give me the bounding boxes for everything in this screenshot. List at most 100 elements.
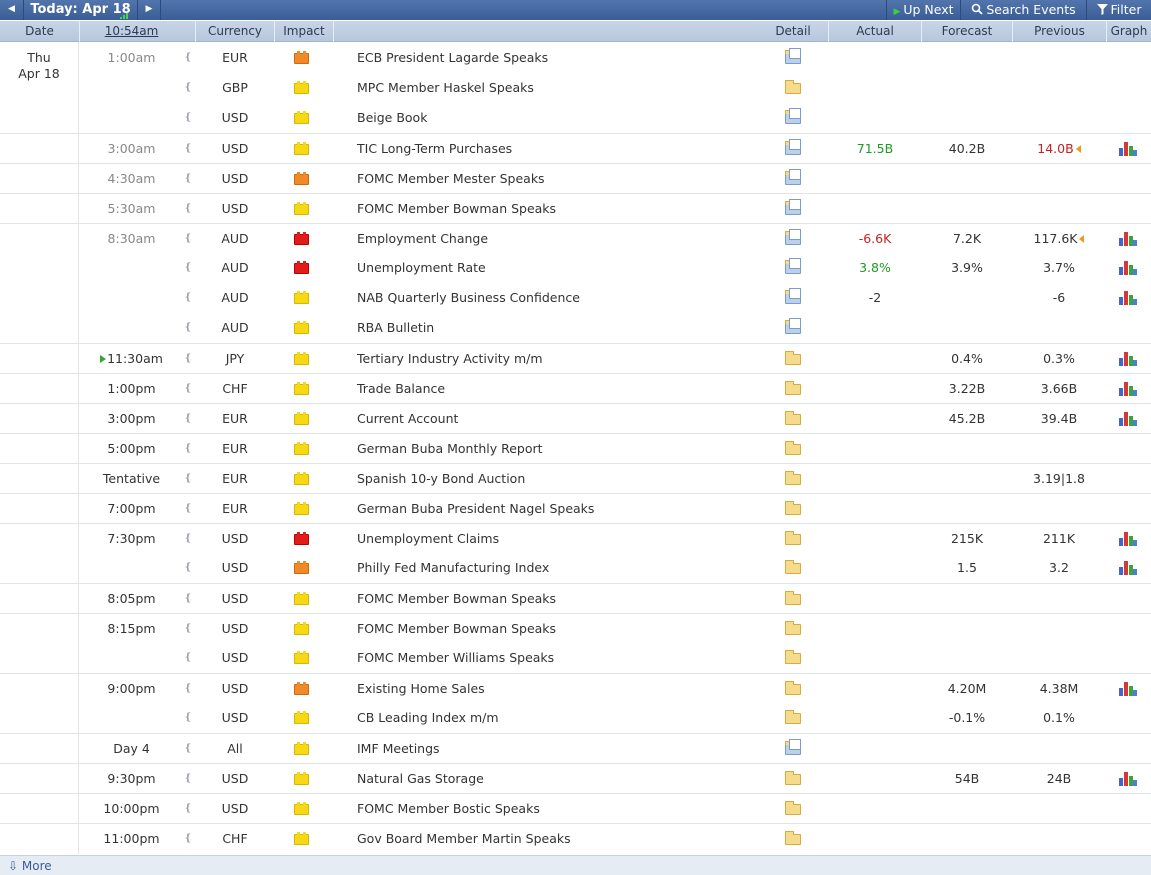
event-title[interactable]: Spanish 10-y Bond Auction [357,464,757,494]
impact-red-icon[interactable] [294,532,309,545]
sound-icon[interactable]: ❴ [181,283,195,313]
impact-yellow-icon[interactable] [294,592,309,605]
previous-day-button[interactable]: ◀ [0,0,23,20]
event-row[interactable]: 1:00am ❴ EUR ECB President Lagarde Speaks [0,43,1151,73]
event-row[interactable]: 10:00pm ❴ USD FOMC Member Bostic Speaks [0,793,1151,823]
detail-document-icon[interactable] [785,108,801,124]
sound-icon[interactable]: ❴ [181,764,195,794]
event-row[interactable]: 8:05pm ❴ USD FOMC Member Bowman Speaks [0,583,1151,613]
graph-icon[interactable] [1119,352,1137,366]
more-button[interactable]: ⇩ More [8,856,52,875]
graph-icon[interactable] [1119,532,1137,546]
sound-icon[interactable]: ❴ [181,224,195,254]
graph-icon[interactable] [1119,682,1137,696]
event-title[interactable]: FOMC Member Bowman Speaks [357,584,757,614]
event-row[interactable]: 9:00pm ❴ USD Existing Home Sales 4.20M 4.38M [0,673,1151,703]
revised-icon[interactable] [1075,145,1081,153]
sound-icon[interactable]: ❴ [181,374,195,404]
event-title[interactable]: CB Leading Index m/m [357,703,757,733]
event-title[interactable]: Gov Board Member Martin Speaks [357,824,757,854]
detail-document-icon[interactable] [785,258,801,274]
filter-button[interactable]: Filter [1087,0,1151,20]
search-events-button[interactable]: Search Events [961,0,1086,20]
event-title[interactable]: Natural Gas Storage [357,764,757,794]
event-row[interactable]: Day 4 ❴ All IMF Meetings [0,733,1151,763]
sound-icon[interactable]: ❴ [181,464,195,494]
impact-orange-icon[interactable] [294,51,309,64]
graph-icon[interactable] [1119,772,1137,786]
event-title[interactable]: FOMC Member Williams Speaks [357,643,757,673]
event-title[interactable]: FOMC Member Bowman Speaks [357,614,757,644]
impact-yellow-icon[interactable] [294,412,309,425]
next-day-button[interactable]: ▶ [138,0,160,20]
event-row[interactable]: 11:00pm ❴ CHF Gov Board Member Martin Speak… [0,823,1151,853]
event-row[interactable]: 7:30pm ❴ USD Unemployment Claims 215K 211K [0,523,1151,553]
sound-icon[interactable]: ❴ [181,794,195,824]
sound-icon[interactable]: ❴ [181,344,195,374]
sound-icon[interactable]: ❴ [181,524,195,554]
detail-folder-icon[interactable] [785,80,801,94]
sound-icon[interactable]: ❴ [181,494,195,524]
impact-yellow-icon[interactable] [294,321,309,334]
event-row[interactable]: ❴ USD CB Leading Index m/m -0.1% 0.1% [0,703,1151,733]
sound-icon[interactable]: ❴ [181,253,195,283]
today-button[interactable]: Today: Apr 18 [24,0,137,20]
event-title[interactable]: IMF Meetings [357,734,757,764]
event-row[interactable]: 5:30am ❴ USD FOMC Member Bowman Speaks [0,193,1151,223]
event-title[interactable]: Trade Balance [357,374,757,404]
impact-yellow-icon[interactable] [294,142,309,155]
sound-icon[interactable]: ❴ [181,553,195,583]
sound-icon[interactable]: ❴ [181,194,195,224]
sound-icon[interactable]: ❴ [181,134,195,164]
detail-document-icon[interactable] [785,229,801,245]
event-row[interactable]: 9:30pm ❴ USD Natural Gas Storage 54B 24B [0,763,1151,793]
event-row[interactable]: 3:00pm ❴ EUR Current Account 45.2B 39.4B [0,403,1151,433]
event-row[interactable]: 8:30am ❴ AUD Employment Change -6.6K 7.2K 117.… [0,223,1151,253]
detail-folder-icon[interactable] [785,681,801,695]
impact-orange-icon[interactable] [294,172,309,185]
impact-orange-icon[interactable] [294,682,309,695]
detail-folder-icon[interactable] [785,771,801,785]
event-row[interactable]: 4:30am ❴ USD FOMC Member Mester Speaks [0,163,1151,193]
sound-icon[interactable]: ❴ [181,614,195,644]
event-title[interactable]: Unemployment Claims [357,524,757,554]
current-time-link[interactable]: 10:54am [80,21,183,42]
event-row[interactable]: 7:00pm ❴ EUR German Buba President Nagel Sp… [0,493,1151,523]
impact-yellow-icon[interactable] [294,382,309,395]
event-row[interactable]: ❴ USD FOMC Member Williams Speaks [0,643,1151,673]
event-title[interactable]: Current Account [357,404,757,434]
event-row[interactable]: 8:15pm ❴ USD FOMC Member Bowman Speaks [0,613,1151,643]
event-row[interactable]: ❴ AUD Unemployment Rate 3.8% 3.9% 3.7% [0,253,1151,283]
graph-icon[interactable] [1119,232,1137,246]
impact-red-icon[interactable] [294,261,309,274]
detail-document-icon[interactable] [785,199,801,215]
event-title[interactable]: Beige Book [357,103,757,133]
impact-yellow-icon[interactable] [294,742,309,755]
sound-icon[interactable]: ❴ [181,404,195,434]
detail-document-icon[interactable] [785,318,801,334]
impact-yellow-icon[interactable] [294,81,309,94]
event-row[interactable]: Tentative ❴ EUR Spanish 10-y Bond Auction 3.… [0,463,1151,493]
event-title[interactable]: MPC Member Haskel Speaks [357,73,757,103]
impact-yellow-icon[interactable] [294,291,309,304]
impact-yellow-icon[interactable] [294,202,309,215]
event-row[interactable]: 5:00pm ❴ EUR German Buba Monthly Report [0,433,1151,463]
event-title[interactable]: TIC Long-Term Purchases [357,134,757,164]
detail-document-icon[interactable] [785,48,801,64]
detail-folder-icon[interactable] [785,501,801,515]
graph-icon[interactable] [1119,382,1137,396]
detail-folder-icon[interactable] [785,621,801,635]
detail-document-icon[interactable] [785,139,801,155]
sound-icon[interactable]: ❴ [181,43,195,73]
sound-icon[interactable]: ❴ [181,643,195,673]
event-title[interactable]: Unemployment Rate [357,253,757,283]
detail-folder-icon[interactable] [785,441,801,455]
event-title[interactable]: Tertiary Industry Activity m/m [357,344,757,374]
sound-icon[interactable]: ❴ [181,824,195,854]
detail-folder-icon[interactable] [785,710,801,724]
revised-icon[interactable] [1079,235,1085,243]
graph-icon[interactable] [1119,291,1137,305]
impact-red-icon[interactable] [294,232,309,245]
event-title[interactable]: German Buba President Nagel Speaks [357,494,757,524]
impact-yellow-icon[interactable] [294,832,309,845]
